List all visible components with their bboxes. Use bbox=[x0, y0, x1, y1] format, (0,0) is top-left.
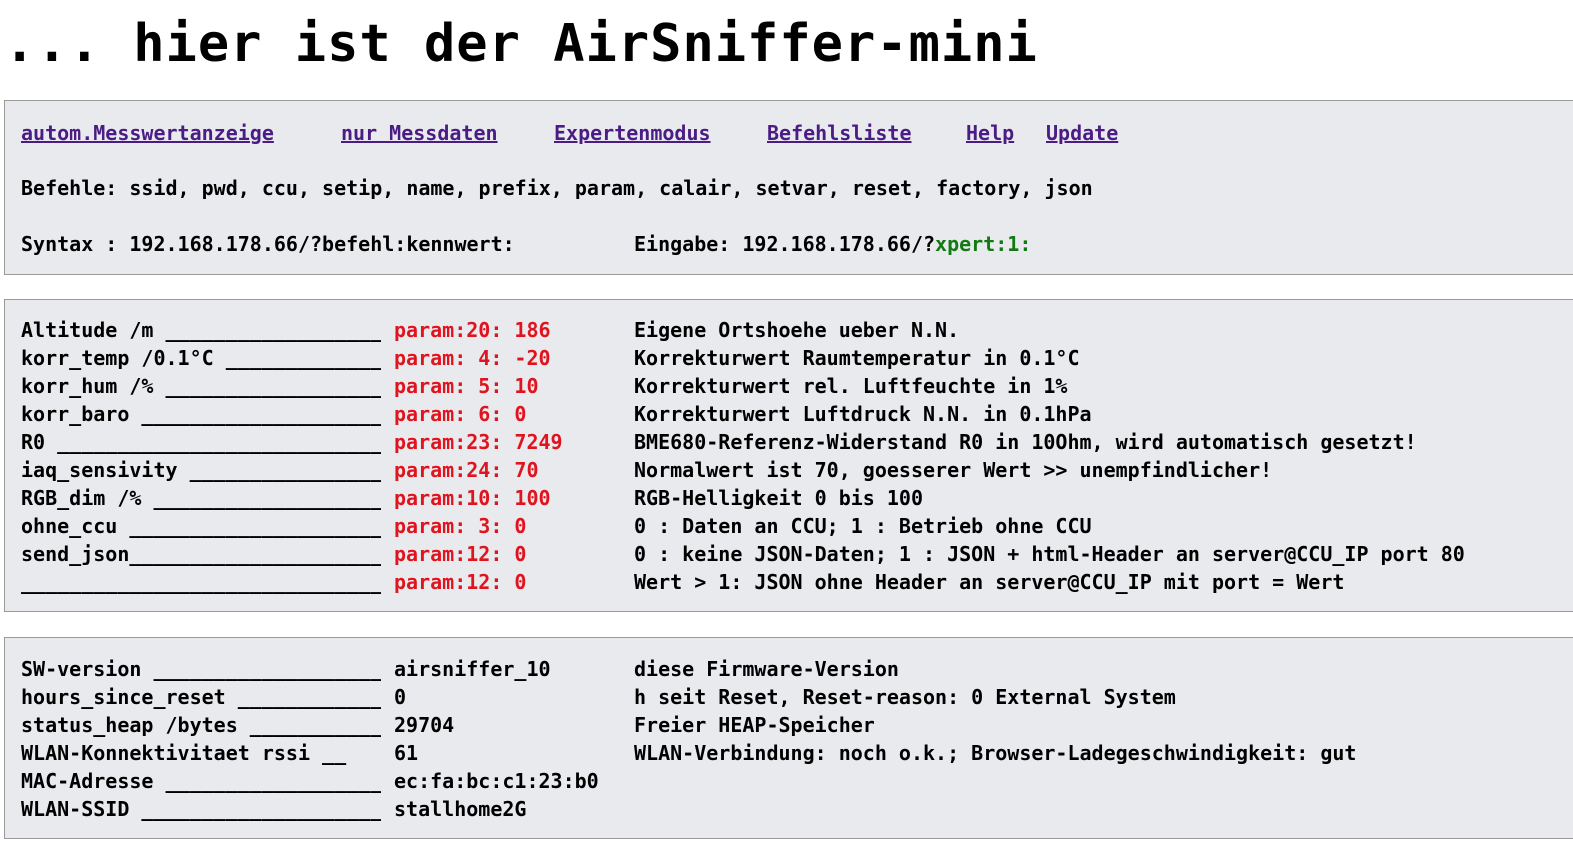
param-value: param: 4: -20 bbox=[394, 346, 551, 370]
param-description: Normalwert ist 70, goesserer Wert >> une… bbox=[634, 458, 1273, 482]
status-label: hours_since_reset __________________ bbox=[21, 685, 381, 709]
status-description: h seit Reset, Reset-reason: 0 External S… bbox=[634, 685, 1176, 709]
param-label: ___________________________________ bbox=[21, 570, 381, 594]
param-value: param:12: 0 bbox=[394, 542, 527, 566]
param-description: Korrekturwert Luftdruck N.N. in 0.1hPa bbox=[634, 402, 1092, 426]
param-label: Altitude /m ____________________ bbox=[21, 318, 381, 342]
param-label: korr_hum /% _____________________ bbox=[21, 374, 381, 398]
page-title: ... hier ist der AirSniffer-mini bbox=[4, 14, 1038, 74]
param-row-send-json: send_json__________________________ para… bbox=[21, 540, 1465, 568]
commands-line: Befehle: ssid, pwd, ccu, setip, name, pr… bbox=[21, 176, 1093, 200]
param-value: param:10: 100 bbox=[394, 486, 551, 510]
param-row-korr-temp: korr_temp /0.1°C ________________ param:… bbox=[21, 344, 1080, 372]
param-value: param:12: 0 bbox=[394, 570, 527, 594]
param-value: param:23: 7249 bbox=[394, 430, 563, 454]
param-label: RGB_dim /% _______________________ bbox=[21, 486, 381, 510]
status-value: 0 bbox=[394, 685, 407, 709]
link-nur-messdaten[interactable]: nur Messdaten bbox=[341, 119, 498, 147]
param-description: RGB-Helligkeit 0 bis 100 bbox=[634, 486, 923, 510]
param-label: ohne_ccu __________________________ bbox=[21, 514, 381, 538]
link-update[interactable]: Update bbox=[1046, 119, 1118, 147]
param-description: Wert > 1: JSON ohne Header an server@CCU… bbox=[634, 570, 1345, 594]
param-description: Korrekturwert Raumtemperatur in 0.1°C bbox=[634, 346, 1080, 370]
param-row-altitude: Altitude /m ____________________ param:2… bbox=[21, 316, 959, 344]
param-value: param: 5: 10 bbox=[394, 374, 539, 398]
status-value: stallhome2G bbox=[394, 797, 527, 821]
input-prefix: Eingabe: 192.168.178.66/? bbox=[634, 232, 936, 256]
param-label: R0 _________________________________ bbox=[21, 430, 381, 454]
status-description: WLAN-Verbindung: noch o.k.; Browser-Lade… bbox=[634, 741, 1357, 765]
param-row-r0: R0 _________________________________ par… bbox=[21, 428, 1417, 456]
status-panel: SW-version ________________________ airs… bbox=[4, 637, 1573, 839]
param-value: param:24: 70 bbox=[394, 458, 539, 482]
param-row-korr-baro: korr_baro ________________________ param… bbox=[21, 400, 1092, 428]
param-value: param: 3: 0 bbox=[394, 514, 527, 538]
status-row-heap: status_heap /bytes __________________ 29… bbox=[21, 711, 875, 739]
status-label: status_heap /bytes __________________ bbox=[21, 713, 381, 737]
param-description: 0 : Daten an CCU; 1 : Betrieb ohne CCU bbox=[634, 514, 1092, 538]
status-value: 61 bbox=[394, 741, 419, 765]
param-description: Eigene Ortshoehe ueber N.N. bbox=[634, 318, 960, 342]
status-row-wlan-ssid: WLAN-SSID __________________________ sta… bbox=[21, 795, 526, 823]
param-description: BME680-Referenz-Widerstand R0 in 10Ohm, … bbox=[634, 430, 1417, 454]
param-label: iaq_sensivity ____________________ bbox=[21, 458, 381, 482]
link-autom-messwertanzeige[interactable]: autom.Messwertanzeige bbox=[21, 119, 274, 147]
param-value: param: 6: 0 bbox=[394, 402, 527, 426]
nav-links: autom.Messwertanzeige nur Messdaten Expe… bbox=[21, 119, 1221, 147]
status-label: MAC-Adresse ________________________ bbox=[21, 769, 381, 793]
param-label: korr_temp /0.1°C ________________ bbox=[21, 346, 381, 370]
status-label: SW-version ________________________ bbox=[21, 657, 381, 681]
param-label: korr_baro ________________________ bbox=[21, 402, 381, 426]
input-value: xpert:1: bbox=[935, 232, 1032, 256]
status-label: WLAN-SSID __________________________ bbox=[21, 797, 381, 821]
param-description: 0 : keine JSON-Daten; 1 : JSON + html-He… bbox=[634, 542, 1465, 566]
status-description: diese Firmware-Version bbox=[634, 657, 899, 681]
param-row-ohne-ccu: ohne_ccu __________________________ para… bbox=[21, 512, 1092, 540]
status-label: WLAN-Konnektivitaet rssi __ bbox=[21, 741, 347, 765]
param-value: param:20: 186 bbox=[394, 318, 551, 342]
syntax-line: Syntax : 192.168.178.66/?befehl:kennwert… bbox=[21, 232, 515, 256]
status-value: ec:fa:bc:c1:23:b0 bbox=[394, 769, 599, 793]
parameter-panel: Altitude /m ____________________ param:2… bbox=[4, 299, 1573, 612]
input-line: Eingabe: 192.168.178.66/?xpert:1: bbox=[634, 230, 1031, 258]
status-description: Freier HEAP-Speicher bbox=[634, 713, 875, 737]
param-row-rgb-dim: RGB_dim /% _______________________ param… bbox=[21, 484, 923, 512]
link-help[interactable]: Help bbox=[966, 119, 1014, 147]
param-label: send_json__________________________ bbox=[21, 542, 381, 566]
status-value: airsniffer_10 bbox=[394, 657, 551, 681]
param-row-korr-hum: korr_hum /% _____________________ param:… bbox=[21, 372, 1067, 400]
status-row-sw-version: SW-version ________________________ airs… bbox=[21, 655, 899, 683]
link-befehlsliste[interactable]: Befehlsliste bbox=[767, 119, 912, 147]
status-row-wlan-rssi: WLAN-Konnektivitaet rssi __ 61 WLAN-Verb… bbox=[21, 739, 1356, 767]
status-row-hours-since-reset: hours_since_reset __________________ 0 h… bbox=[21, 683, 1176, 711]
param-row-iaq-sensivity: iaq_sensivity ____________________ param… bbox=[21, 456, 1272, 484]
status-row-mac-address: MAC-Adresse ________________________ ec:… bbox=[21, 767, 599, 795]
status-value: 29704 bbox=[394, 713, 455, 737]
param-description: Korrekturwert rel. Luftfeuchte in 1% bbox=[634, 374, 1068, 398]
command-panel: autom.Messwertanzeige nur Messdaten Expe… bbox=[4, 100, 1573, 275]
param-row-json-port: ___________________________________ para… bbox=[21, 568, 1344, 596]
link-expertenmodus[interactable]: Expertenmodus bbox=[554, 119, 711, 147]
